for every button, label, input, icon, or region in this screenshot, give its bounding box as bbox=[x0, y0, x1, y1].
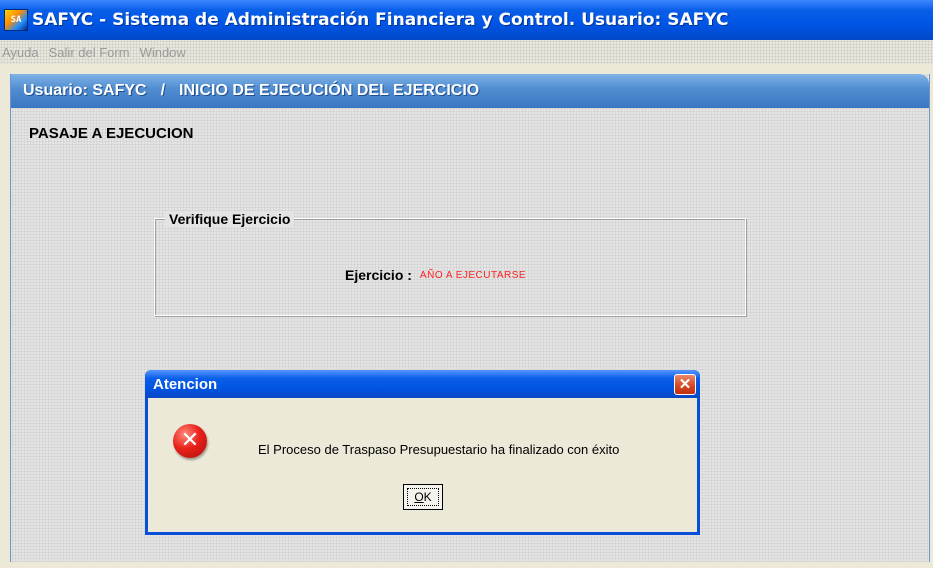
menu-item-window[interactable]: Window bbox=[140, 45, 186, 60]
dialog-message: El Proceso de Traspaso Presupuestario ha… bbox=[258, 442, 620, 457]
ejercicio-value: AÑO A EJECUTARSE bbox=[419, 269, 527, 281]
ejercicio-label: Ejercicio : bbox=[345, 267, 412, 283]
form-header: Usuario: SAFYC / INICIO DE EJECUCIÓN DEL… bbox=[11, 74, 929, 108]
title-bar[interactable]: SA SAFYC - Sistema de Administración Fin… bbox=[0, 0, 933, 40]
verifique-ejercicio-group: Verifique Ejercicio Ejercicio : AÑO A EJ… bbox=[154, 211, 746, 316]
header-user: Usuario: SAFYC bbox=[23, 82, 147, 99]
ejercicio-row: Ejercicio : AÑO A EJECUTARSE bbox=[345, 267, 526, 283]
dialog-title-bar[interactable]: Atencion ✕ bbox=[145, 370, 700, 398]
alert-dialog: Atencion ✕ ✕ El Proceso de Traspaso Pres… bbox=[145, 370, 700, 535]
header-title: INICIO DE EJECUCIÓN DEL EJERCICIO bbox=[179, 82, 480, 99]
close-icon[interactable]: ✕ bbox=[674, 374, 696, 395]
app-window: SA SAFYC - Sistema de Administración Fin… bbox=[0, 0, 933, 568]
section-title: PASAJE A EJECUCION bbox=[29, 125, 194, 142]
menu-item-ayuda[interactable]: Ayuda bbox=[2, 45, 39, 60]
menu-item-salir-del-form[interactable]: Salir del Form bbox=[49, 45, 130, 60]
group-legend: Verifique Ejercicio bbox=[165, 211, 295, 227]
dialog-body: ✕ El Proceso de Traspaso Presupuestario … bbox=[148, 398, 697, 532]
window-title: SAFYC - Sistema de Administración Financ… bbox=[32, 10, 729, 30]
ok-button[interactable]: OK bbox=[403, 484, 443, 510]
app-icon: SA bbox=[4, 9, 28, 31]
ok-button-label: OK bbox=[407, 488, 439, 506]
header-separator: / bbox=[160, 82, 166, 99]
menu-bar: Ayuda Salir del Form Window bbox=[0, 40, 933, 64]
dialog-title: Atencion bbox=[153, 375, 218, 393]
error-icon: ✕ bbox=[173, 424, 207, 458]
